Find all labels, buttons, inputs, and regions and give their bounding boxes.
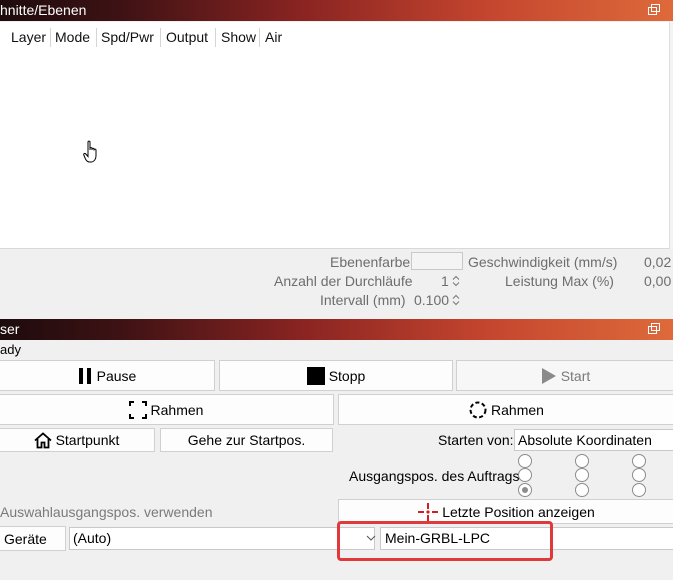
origin-radio-middle-left[interactable] <box>518 468 532 482</box>
home-icon <box>33 431 52 448</box>
power-label: Leistung Max (%) <box>505 273 614 289</box>
origin-radio-top-right[interactable] <box>632 454 646 468</box>
origin-radio-middle-right[interactable] <box>632 468 646 482</box>
speed-label: Geschwindigkeit (mm/s) <box>468 254 618 270</box>
layer-color-label: Ebenenfarbe <box>330 254 411 270</box>
layer-color-swatch[interactable] <box>411 252 463 270</box>
frame-circle-icon <box>469 401 487 418</box>
cuts-panel-title: hnitte/Ebenen <box>0 2 87 18</box>
passes-spinner-icon[interactable] <box>452 275 460 287</box>
origin-radio-bottom-left[interactable] <box>518 483 532 497</box>
passes-label: Anzahl der Durchläufe <box>274 273 413 289</box>
goto-origin-label: Gehe zur Startpos. <box>187 432 306 448</box>
column-divider <box>96 28 97 47</box>
column-speed-power[interactable]: Spd/Pwr <box>101 29 154 45</box>
devices-label: Geräte <box>4 530 47 547</box>
home-button[interactable]: Startpunkt <box>0 428 155 452</box>
passes-value[interactable]: 1 <box>441 273 449 289</box>
power-value: 0,00 <box>644 273 672 289</box>
column-divider <box>259 28 260 47</box>
column-output[interactable]: Output <box>166 29 208 45</box>
frame-rect-label: Rahmen <box>150 401 204 418</box>
column-divider <box>50 28 51 47</box>
interval-spinner-icon[interactable] <box>452 294 460 306</box>
origin-radio-bottom-right[interactable] <box>632 483 646 497</box>
highlight-annotation <box>337 521 553 561</box>
use-selection-origin-option[interactable]: Auswahlausgangspos. verwenden <box>0 504 212 520</box>
hand-cursor-icon <box>83 140 97 163</box>
show-last-position-label: Letzte Position anzeigen <box>442 503 595 520</box>
stop-icon <box>306 366 325 385</box>
origin-radio-middle-center[interactable] <box>575 468 589 482</box>
start-label: Start <box>560 367 591 384</box>
speed-value: 0,02 <box>644 254 672 270</box>
pause-icon <box>78 367 91 384</box>
frame-circle-label: Rahmen <box>491 401 544 418</box>
column-divider <box>160 28 161 47</box>
column-show[interactable]: Show <box>221 29 256 45</box>
play-icon <box>541 367 556 384</box>
frame-rect-button[interactable]: Rahmen <box>0 394 334 425</box>
start-from-label: Starten von: <box>438 432 514 448</box>
undock-icon[interactable] <box>648 323 660 335</box>
job-origin-label: Ausgangspos. des Auftrags <box>349 468 520 484</box>
stop-label: Stopp <box>328 367 366 384</box>
undock-icon[interactable] <box>648 4 660 16</box>
column-air[interactable]: Air <box>265 29 282 45</box>
column-mode[interactable]: Mode <box>55 29 90 45</box>
cuts-panel-titlebar[interactable]: hnitte/Ebenen <box>0 0 673 21</box>
frame-circle-button[interactable]: Rahmen <box>338 394 673 425</box>
layer-list[interactable]: Layer Mode Spd/Pwr Output Show Air <box>0 22 669 249</box>
start-from-value: Absolute Koordinaten <box>518 432 652 448</box>
status-text: ady <box>0 342 21 357</box>
devices-button[interactable]: Geräte <box>0 526 66 551</box>
interval-label: Intervall (mm) <box>320 292 406 308</box>
frame-rectangle-icon <box>128 400 147 419</box>
port-select[interactable]: (Auto) <box>69 527 376 550</box>
origin-radio-top-left[interactable] <box>518 454 532 468</box>
interval-value[interactable]: 0.100 <box>414 292 449 308</box>
start-button[interactable]: Start <box>456 360 673 391</box>
crosshair-icon <box>418 502 439 521</box>
laser-panel-titlebar[interactable]: ser <box>0 319 673 340</box>
stop-button[interactable]: Stopp <box>219 360 453 391</box>
column-divider <box>215 28 216 47</box>
port-value: (Auto) <box>73 530 112 546</box>
goto-origin-button[interactable]: Gehe zur Startpos. <box>160 428 333 452</box>
origin-radio-top-center[interactable] <box>575 454 589 468</box>
home-label: Startpunkt <box>55 432 120 448</box>
start-from-select[interactable]: Absolute Koordinaten <box>514 429 673 451</box>
laser-panel-title: ser <box>0 321 20 337</box>
column-layer[interactable]: Layer <box>11 29 46 45</box>
panel-edge <box>669 22 673 249</box>
pause-label: Pause <box>96 367 137 384</box>
origin-radio-bottom-center[interactable] <box>575 483 589 497</box>
pause-button[interactable]: Pause <box>0 360 215 391</box>
